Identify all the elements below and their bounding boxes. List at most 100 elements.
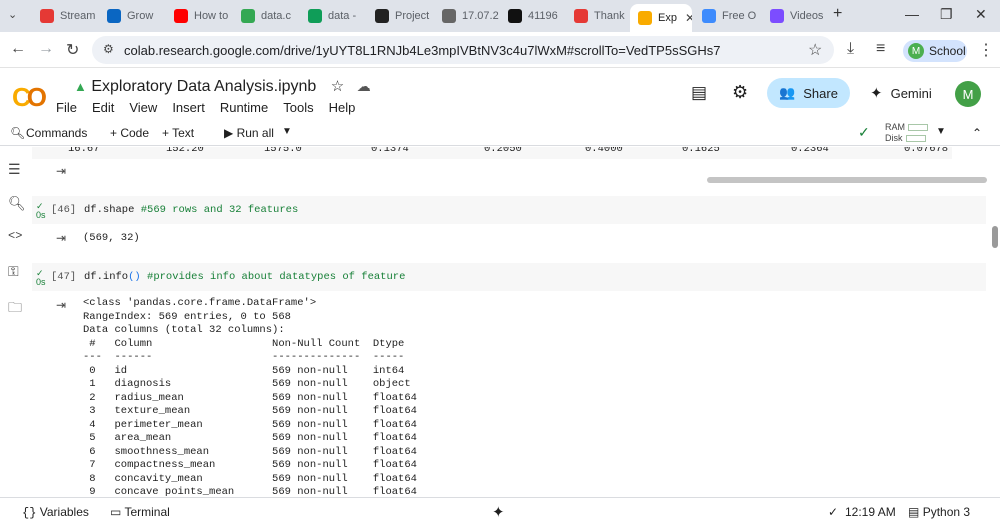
reload-icon[interactable]: ↻ [66,40,79,60]
runtime-icon: ▤ [908,505,920,519]
close-tab-icon[interactable]: ✕ [685,11,692,25]
browser-tab[interactable]: 17.07.2 [434,4,500,28]
add-text-button[interactable]: + Text [162,126,194,140]
new-tab-icon[interactable]: + [833,5,842,23]
colab-logo[interactable]: CO [12,82,47,113]
profile-avatar: M [908,43,924,59]
commands-button[interactable]: Commands [26,126,87,140]
menu-file[interactable]: File [56,100,77,115]
table-cell: 16.67 [68,147,100,155]
tab-favicon [174,9,188,23]
tab-favicon [40,9,54,23]
url-text[interactable]: colab.research.google.com/drive/1yUYT8L1… [124,43,720,58]
cell-code[interactable]: df.shape #569 rows and 32 features [84,204,298,216]
restore-icon[interactable]: ❐ [940,6,953,23]
terminal-icon: ▭ [110,505,122,519]
exec-status: ✓ 0s [36,201,46,220]
resource-monitor[interactable]: RAM Disk [885,122,928,144]
table-cell: 0.07678 [904,147,949,155]
drive-icon: ▲ [74,79,87,94]
tab-favicon [241,9,255,23]
cell-code[interactable]: df.info() #provides info about datatypes… [84,271,405,283]
notebook-title-row: ▲ Exploratory Data Analysis.ipynb ☆ ☁ [74,77,371,96]
variables-button[interactable]: {} Variables [22,505,89,520]
omnibox[interactable]: ⚙ colab.research.google.com/drive/1yUYT8… [92,36,834,64]
window-close-icon[interactable]: ✕ [975,6,987,23]
menu-tools[interactable]: Tools [283,100,313,115]
tab-favicon [638,11,652,25]
menu-help[interactable]: Help [329,100,356,115]
runtime-dropdown-icon[interactable]: ▼ [936,126,946,137]
collapse-header-icon[interactable]: ⌃ [972,126,982,140]
gemini-button[interactable]: ✦ Gemini [870,84,932,102]
terminal-button[interactable]: ▭ Terminal [110,505,170,519]
browser-tab[interactable]: Project [367,4,433,28]
comments-icon[interactable]: ▤ [691,83,707,103]
bookmark-star-icon[interactable]: ☆ [808,40,822,60]
table-cell: 0.2364 [791,147,829,155]
add-code-button[interactable]: + Code [110,126,149,140]
browser-tab-strip: ⌄ Stream Grow How to data.c data - Proje… [0,0,1000,32]
table-of-contents-icon[interactable]: ☰ [8,161,21,178]
media-control-icon[interactable]: ≡ [876,40,885,58]
browser-tab[interactable]: data - [300,4,366,28]
menu-insert[interactable]: Insert [172,100,205,115]
vertical-scrollbar[interactable] [992,226,998,248]
menu-bar: File Edit View Insert Runtime Tools Help [56,100,355,115]
cell-output: (569, 32) [83,232,140,244]
tab-favicon [702,9,716,23]
back-icon[interactable]: ← [10,40,26,58]
code-snippets-icon[interactable]: <> [8,229,22,243]
browser-tab[interactable]: Videos [762,4,828,28]
find-replace-icon[interactable]: 🔍︎ [8,195,26,212]
browser-tab[interactable]: 41196 [500,4,566,28]
menu-runtime[interactable]: Runtime [220,100,268,115]
notebook-title[interactable]: Exploratory Data Analysis.ipynb [91,78,316,95]
output-actions-icon[interactable]: ⇥ [56,164,66,178]
star-icon[interactable]: ☆ [331,78,344,95]
browser-tab-active[interactable]: Exp ✕ [630,4,692,32]
tab-search-icon[interactable]: ⌄ [8,8,17,21]
runtime-type[interactable]: ▤ Python 3 [908,505,970,519]
forward-icon[interactable]: → [38,40,54,58]
disk-bar [905,135,926,143]
browser-menu-icon[interactable]: ⋮ [978,40,994,60]
people-icon: 👥 [779,85,796,100]
site-info-icon[interactable]: ⚙ [103,42,114,56]
status-check-icon: ✓ [828,505,839,519]
settings-gear-icon[interactable]: ⚙ [732,82,748,103]
code-cell[interactable]: ✓ 0s [46] df.shape #569 rows and 32 featu… [32,196,986,224]
variables-icon: {} [22,506,37,520]
profile-button[interactable]: M School [903,40,967,62]
run-all-button[interactable]: ▶ Run all [224,126,274,140]
browser-tab[interactable]: Free O [694,4,760,28]
menu-edit[interactable]: Edit [92,100,114,115]
last-run-time[interactable]: 12:19 AM [845,505,896,519]
exec-status: ✓ 0s [36,268,46,287]
menu-view[interactable]: View [129,100,157,115]
download-icon[interactable]: ⤓ [847,40,854,58]
browser-tab[interactable]: Stream [32,4,98,28]
dataframe-output-row: 16.67 152.20 1575.0 0.1374 0.2050 0.4000… [32,147,952,159]
ram-bar [908,124,928,132]
minimize-icon[interactable]: — [905,6,919,22]
share-button[interactable]: 👥 Share [767,78,850,108]
run-all-dropdown-icon[interactable]: ▼ [282,126,292,137]
output-actions-icon[interactable]: ⇥ [56,298,66,312]
cell-execution-count: [47] [51,271,77,283]
user-avatar[interactable]: M [955,81,981,107]
table-cell: 152.20 [166,147,204,155]
output-actions-icon[interactable]: ⇥ [56,231,66,245]
cloud-saved-icon: ☁ [356,78,371,94]
commands-search-icon: 🔍︎ [10,126,26,140]
browser-tab[interactable]: How to [166,4,232,28]
browser-tab[interactable]: data.c [233,4,299,28]
gemini-sparkle-icon[interactable]: ✦ [492,503,505,521]
table-cell: 0.1625 [682,147,720,155]
horizontal-scrollbar[interactable] [707,177,987,183]
browser-tab[interactable]: Grow [99,4,165,28]
files-folder-icon[interactable]: 🗀 [8,297,22,321]
browser-tab[interactable]: Thank [566,4,628,28]
secrets-key-icon[interactable]: ⚿ [8,263,19,280]
code-cell[interactable]: ✓ 0s [47] df.info() #provides info about … [32,263,986,291]
